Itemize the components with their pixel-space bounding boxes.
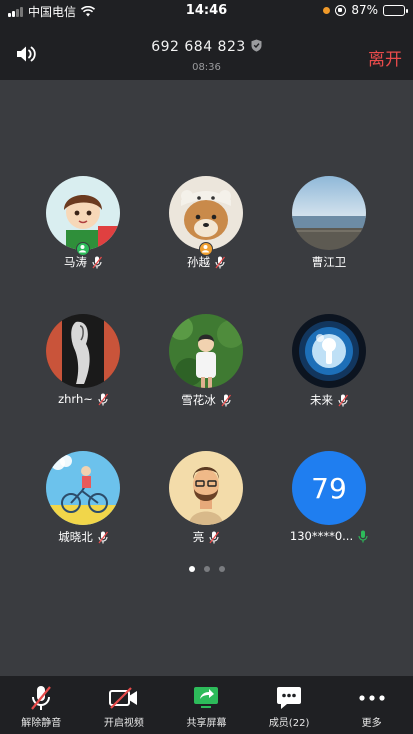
page-dot[interactable] <box>218 566 225 572</box>
more-icon <box>359 695 385 701</box>
avatar <box>169 451 243 525</box>
avatar <box>292 314 366 388</box>
mic-muted-icon <box>338 394 348 406</box>
avatar <box>169 314 243 388</box>
participant-tile[interactable]: 亮 <box>146 451 266 545</box>
shield-icon <box>251 39 262 52</box>
recording-dot-icon <box>323 6 331 14</box>
bottom-toolbar: 解除静音 开启视频 共享屏幕 成员(22) 更多 <box>0 676 413 734</box>
mic-active-icon <box>358 530 368 542</box>
participant-name: 雪花冰 <box>181 393 216 407</box>
more-button[interactable]: 更多 <box>330 676 413 734</box>
share-screen-label: 共享屏幕 <box>186 718 227 729</box>
avatar <box>46 176 120 256</box>
participant-grid: 马涛 孙越 曹江卫 zhrh~ 雪花冰 未来 城晓北 亮 79 130****0… <box>0 80 413 676</box>
meeting-header: 692 684 823 08:36 离开 <box>0 22 413 80</box>
start-video-label: 开启视频 <box>103 718 144 729</box>
participant-name: 城晓北 <box>58 530 93 544</box>
page-dot[interactable] <box>188 566 195 572</box>
share-screen-button[interactable]: 共享屏幕 <box>165 676 248 734</box>
rotation-lock-icon <box>335 4 347 16</box>
participant-tile[interactable]: 曹江卫 <box>269 176 389 270</box>
start-video-button[interactable]: 开启视频 <box>83 676 166 734</box>
chat-members-icon <box>277 687 302 709</box>
share-screen-icon <box>194 687 219 708</box>
participant-tile[interactable]: 城晓北 <box>23 451 143 545</box>
participant-name: 孙越 <box>187 255 210 269</box>
avatar <box>292 176 366 250</box>
participant-name: 曹江卫 <box>311 255 347 269</box>
status-bar: 中国电信 14:46 87% <box>0 0 413 22</box>
participant-name: 亮 <box>192 530 205 544</box>
meeting-id[interactable]: 692 684 823 <box>0 39 413 55</box>
leave-button[interactable]: 离开 <box>368 45 402 70</box>
participant-tile[interactable]: 孙越 <box>146 176 266 270</box>
unmute-label: 解除静音 <box>21 718 62 729</box>
members-button[interactable]: 成员(22) <box>248 676 331 734</box>
mic-muted-icon <box>92 256 102 268</box>
battery-percent: 87% <box>351 3 378 17</box>
mic-muted-icon <box>221 394 231 406</box>
participant-name: 马涛 <box>64 255 87 269</box>
participant-name: 未来 <box>310 393 333 407</box>
mic-muted-icon <box>209 531 220 543</box>
participant-name: zhrh~ <box>58 392 93 406</box>
mic-off-icon <box>31 686 52 710</box>
participant-tile[interactable]: 马涛 <box>23 176 143 270</box>
participant-tile[interactable]: 79 130****0... <box>269 451 389 543</box>
host-badge-icon <box>76 242 90 256</box>
meeting-duration: 08:36 <box>192 62 221 73</box>
more-label: 更多 <box>361 718 382 729</box>
unmute-button[interactable]: 解除静音 <box>0 676 83 734</box>
participant-tile[interactable]: 雪花冰 <box>146 314 266 408</box>
page-indicator[interactable] <box>0 566 413 572</box>
participant-name: 130****0... <box>289 529 354 543</box>
participant-tile[interactable]: zhrh~ <box>23 314 143 406</box>
page-dot[interactable] <box>203 566 210 572</box>
avatar <box>169 176 243 256</box>
host-badge-icon <box>199 242 213 256</box>
avatar <box>46 451 120 525</box>
avatar: 79 <box>292 451 366 525</box>
members-label: 成员(22) <box>268 718 310 729</box>
meeting-id-text: 692 684 823 <box>151 39 246 55</box>
mic-muted-icon <box>98 531 108 543</box>
battery-icon <box>383 4 408 16</box>
participant-tile[interactable]: 未来 <box>269 314 389 408</box>
video-off-icon <box>108 687 137 709</box>
mic-muted-icon <box>215 256 225 268</box>
mic-muted-icon <box>98 393 108 405</box>
avatar <box>46 314 120 388</box>
